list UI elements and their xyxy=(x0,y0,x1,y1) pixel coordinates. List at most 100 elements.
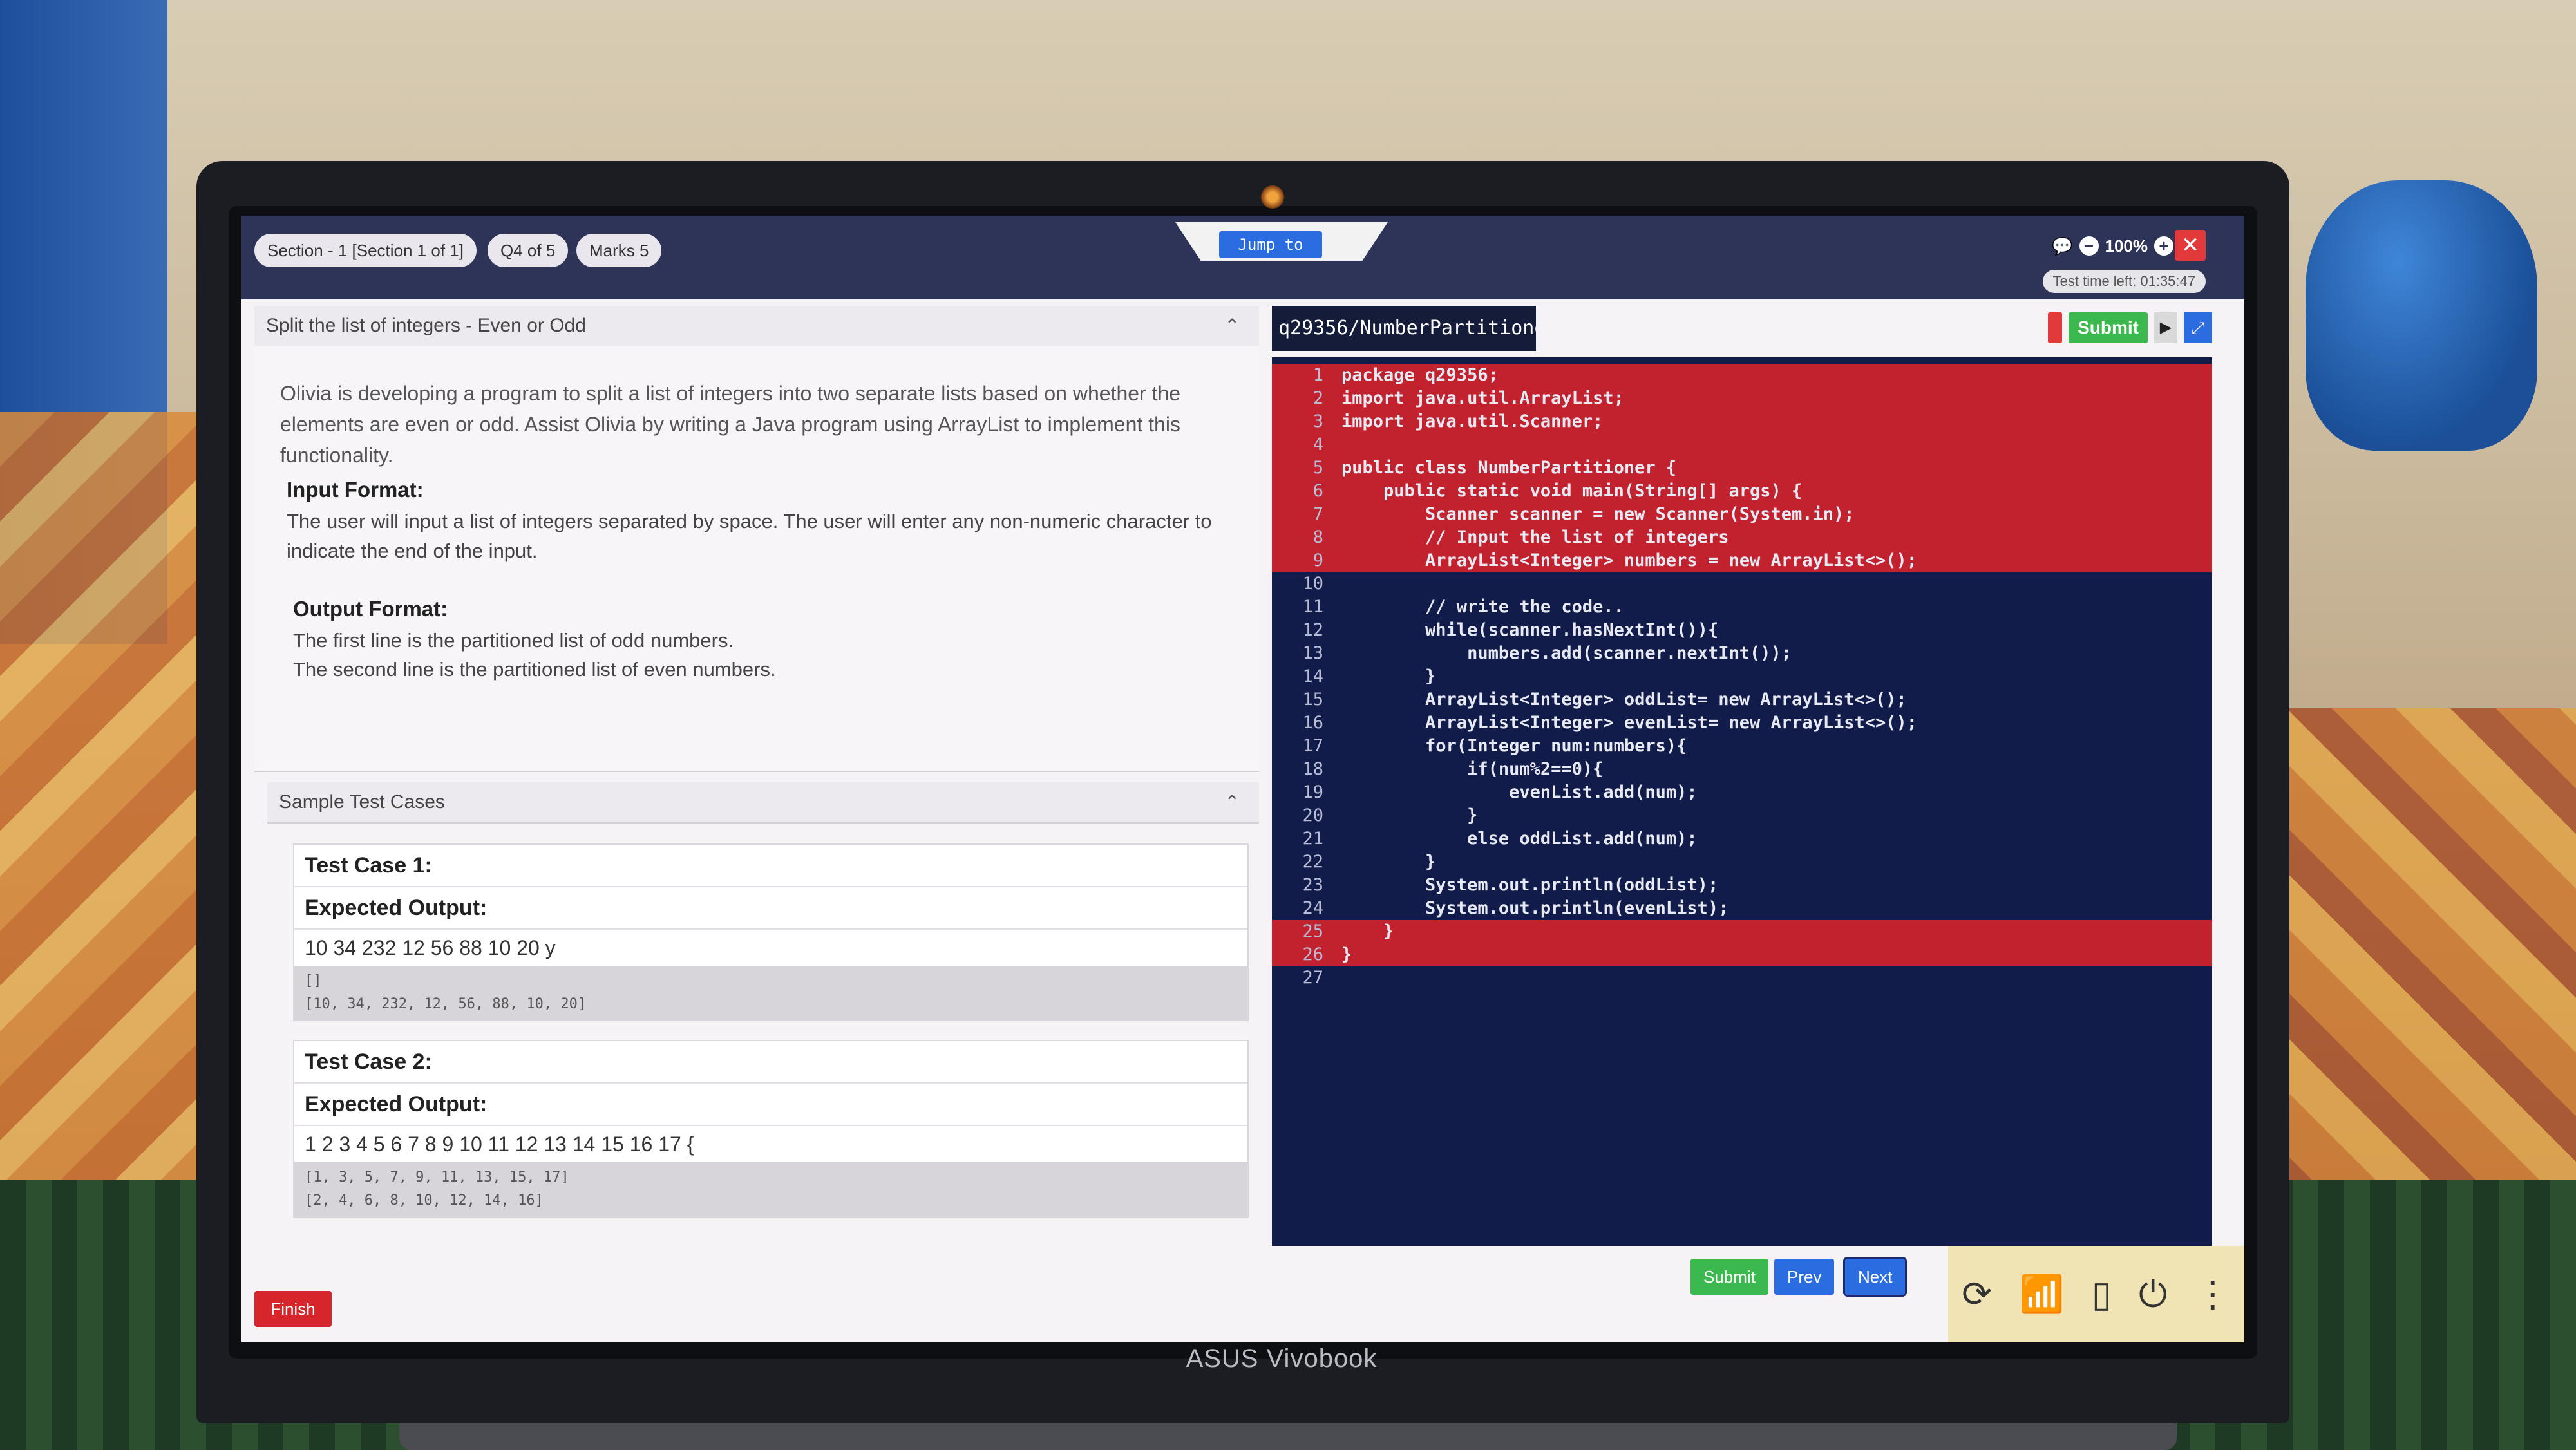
laptop-screen: Section - 1 [Section 1 of 1] Q4 of 5 Mar… xyxy=(242,216,2244,1342)
test-timer: Test time left: 01:35:47 xyxy=(2042,270,2206,293)
code-line: 2 import java.util.ArrayList; xyxy=(1272,387,2212,410)
code-line: 27 xyxy=(1272,966,2212,990)
line-number: 27 xyxy=(1302,968,1323,988)
code-text: ArrayList<Integer> numbers = new ArrayLi… xyxy=(1341,551,1918,570)
line-number: 25 xyxy=(1302,921,1323,941)
editor-submit-button[interactable]: Submit xyxy=(2069,312,2148,343)
run-icon[interactable]: ▶ xyxy=(2154,312,2177,343)
code-text: public static void main(String[] args) { xyxy=(1341,481,1803,501)
code-text: } xyxy=(1341,805,1478,825)
line-number: 21 xyxy=(1302,829,1323,849)
line-number: 22 xyxy=(1302,852,1323,872)
line-number: 13 xyxy=(1302,643,1323,663)
code-line: 19 evenList.add(num); xyxy=(1272,781,2212,804)
question-body: Olivia is developing a program to split … xyxy=(254,346,1259,772)
finish-button[interactable]: Finish xyxy=(254,1291,332,1327)
output-line: [10, 34, 232, 12, 56, 88, 10, 20] xyxy=(305,996,587,1012)
line-number: 14 xyxy=(1302,666,1323,686)
zoom-controls: 💬 − 100% + xyxy=(2052,230,2174,262)
code-line: 5 public class NumberPartitioner { xyxy=(1272,457,2212,480)
code-line: 9 ArrayList<Integer> numbers = new Array… xyxy=(1272,549,2212,572)
code-line: 25 } xyxy=(1272,920,2212,943)
prev-button[interactable]: Prev xyxy=(1774,1259,1835,1295)
code-line: 4 xyxy=(1272,433,2212,457)
sample-test-cases-title: Sample Test Cases xyxy=(279,791,445,813)
laptop-brand: ASUS Vivobook xyxy=(1186,1344,1378,1373)
output-format-title: Output Format: xyxy=(293,597,448,621)
next-button[interactable]: Next xyxy=(1842,1257,1908,1297)
code-text: } xyxy=(1341,852,1436,872)
code-text: while(scanner.hasNextInt()){ xyxy=(1341,620,1719,640)
line-number: 3 xyxy=(1312,411,1323,431)
line-number: 19 xyxy=(1302,782,1323,802)
editor-toolbar: Submit ▶ ⤢ xyxy=(2048,312,2212,343)
code-line: 10 xyxy=(1272,572,2212,596)
reset-button[interactable] xyxy=(2048,312,2063,343)
code-line: 15 ArrayList<Integer> oddList= new Array… xyxy=(1272,688,2212,711)
battery-icon[interactable]: ▯ xyxy=(2092,1273,2112,1315)
line-number: 5 xyxy=(1312,458,1323,478)
code-line: 14 } xyxy=(1272,665,2212,688)
line-number: 10 xyxy=(1302,574,1323,594)
expand-icon[interactable]: ⤢ xyxy=(2184,312,2212,343)
line-number: 7 xyxy=(1312,504,1323,524)
code-text: } xyxy=(1341,921,1394,941)
code-line: 20 } xyxy=(1272,804,2212,827)
line-number: 1 xyxy=(1312,365,1323,385)
code-text: numbers.add(scanner.nextInt()); xyxy=(1341,643,1792,663)
section-pill[interactable]: Section - 1 [Section 1 of 1] xyxy=(254,234,477,267)
output-line: [2, 4, 6, 8, 10, 12, 14, 16] xyxy=(305,1192,544,1209)
code-text: System.out.println(evenList); xyxy=(1341,898,1729,918)
refresh-icon[interactable]: ⟳ xyxy=(1962,1273,1992,1315)
submit-button[interactable]: Submit xyxy=(1690,1259,1768,1295)
code-text: } xyxy=(1341,666,1436,686)
expected-output-label: Expected Output: xyxy=(294,887,1247,930)
line-number: 16 xyxy=(1302,713,1323,733)
test-case-label: Test Case 1: xyxy=(294,845,1247,887)
code-line: 17 for(Integer num:numbers){ xyxy=(1272,735,2212,758)
code-line: 26} xyxy=(1272,943,2212,966)
bottom-bar xyxy=(242,1259,2244,1342)
question-header[interactable]: Split the list of integers - Even or Odd… xyxy=(254,306,1259,347)
file-tab[interactable]: q29356/NumberPartitioner xyxy=(1272,306,1536,351)
chevron-up-icon[interactable]: ⌃ xyxy=(1225,782,1240,822)
code-line: 23 System.out.println(oddList); xyxy=(1272,874,2212,897)
expected-output-label: Expected Output: xyxy=(294,1084,1247,1126)
line-number: 26 xyxy=(1302,945,1323,965)
menu-icon[interactable]: ⋮ xyxy=(2195,1273,2231,1315)
sample-test-cases-header[interactable]: Sample Test Cases ⌃ xyxy=(267,782,1259,824)
code-line: 8 // Input the list of integers xyxy=(1272,526,2212,549)
system-tray: ⟳ 📶 ▯ ⏻ ⋮ xyxy=(1948,1246,2244,1342)
test-case-1: Test Case 1: Expected Output: 10 34 232 … xyxy=(293,843,1249,1021)
marks-pill: Marks 5 xyxy=(576,234,662,267)
line-number: 18 xyxy=(1302,759,1323,779)
test-case-input: 1 2 3 4 5 6 7 8 9 10 11 12 13 14 15 16 1… xyxy=(305,1133,694,1156)
code-text: else oddList.add(num); xyxy=(1341,829,1698,849)
code-line: 3 import java.util.Scanner; xyxy=(1272,410,2212,433)
power-icon[interactable]: ⏻ xyxy=(2139,1273,2167,1316)
zoom-out-icon[interactable]: − xyxy=(2079,236,2099,256)
code-line: 18 if(num%2==0){ xyxy=(1272,758,2212,781)
chat-icon[interactable]: 💬 xyxy=(2052,236,2072,256)
code-line: 12 while(scanner.hasNextInt()){ xyxy=(1272,619,2212,642)
code-text: if(num%2==0){ xyxy=(1341,759,1604,779)
output-line: [] xyxy=(305,973,322,989)
webcam xyxy=(1261,185,1284,209)
jump-to-button[interactable]: Jump to xyxy=(1219,231,1322,258)
chevron-up-icon[interactable]: ⌃ xyxy=(1225,306,1240,346)
line-number: 2 xyxy=(1312,388,1323,408)
code-text: ArrayList<Integer> evenList= new ArrayLi… xyxy=(1341,713,1918,733)
code-text: // Input the list of integers xyxy=(1341,527,1729,547)
code-text: import java.util.ArrayList; xyxy=(1341,388,1624,408)
code-text: for(Integer num:numbers){ xyxy=(1341,736,1687,756)
wifi-icon[interactable]: 📶 xyxy=(2020,1273,2065,1315)
code-text: Scanner scanner = new Scanner(System.in)… xyxy=(1341,504,1855,524)
code-text: System.out.println(oddList); xyxy=(1341,875,1719,895)
line-number: 12 xyxy=(1302,620,1323,640)
code-text: } xyxy=(1341,945,1352,965)
background-bucket xyxy=(2306,180,2537,451)
zoom-in-icon[interactable]: + xyxy=(2154,236,2174,256)
code-area[interactable]: 1 package q29356; 2 import java.util.ArrayL… xyxy=(1272,357,2212,1246)
question-pill[interactable]: Q4 of 5 xyxy=(488,234,569,267)
close-icon[interactable]: ✕ xyxy=(2175,230,2206,261)
